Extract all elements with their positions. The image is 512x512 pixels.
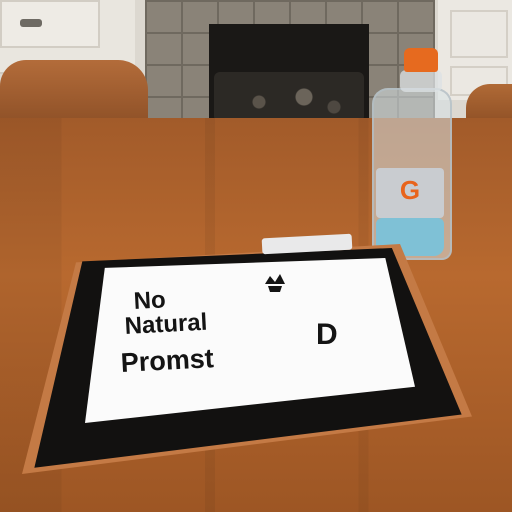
drawer-handle (20, 19, 42, 27)
cabinet-drawer (0, 0, 100, 48)
bottle-cap (404, 48, 438, 72)
bottle-label: G (376, 168, 444, 218)
bottle-neck (400, 70, 442, 92)
fireplace-logs (214, 72, 364, 122)
cabinet-panel (450, 10, 508, 58)
photo-scene: G No Natural Promst D (0, 0, 512, 512)
bottle-logo: G (399, 175, 421, 205)
drink-bottle: G (368, 48, 452, 260)
